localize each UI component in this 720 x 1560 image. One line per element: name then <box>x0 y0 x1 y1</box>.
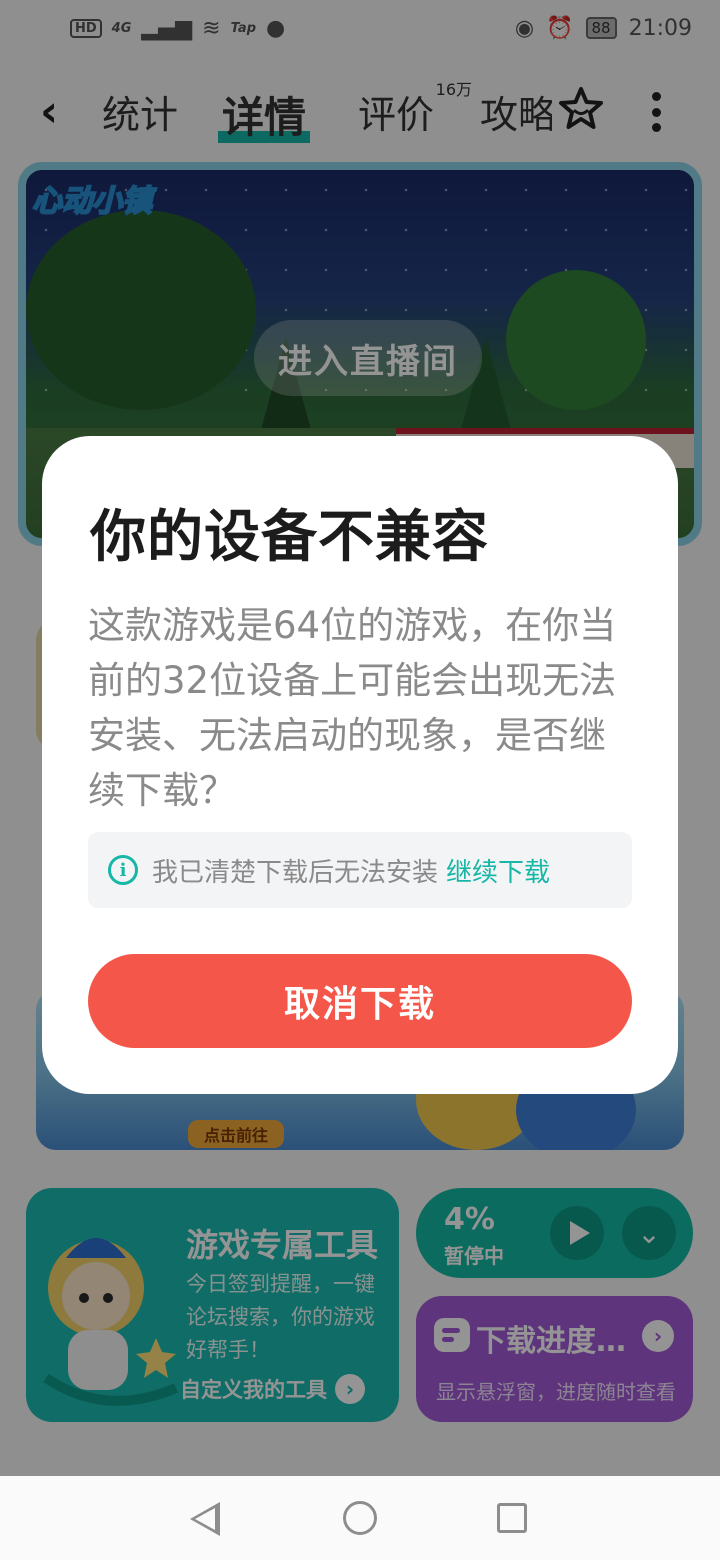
acknowledge-row: i 我已清楚下载后无法安装 继续下载 <box>88 832 632 908</box>
dialog-title: 你的设备不兼容 <box>90 505 489 570</box>
system-home-icon[interactable] <box>343 1501 377 1535</box>
continue-download-link[interactable]: 继续下载 <box>446 852 550 889</box>
incompatible-device-dialog: 你的设备不兼容 这款游戏是64位的游戏，在你当前的32位设备上可能会出现无法安装… <box>42 436 678 1094</box>
acknowledge-text: 我已清楚下载后无法安装 <box>152 857 439 888</box>
dialog-body: 这款游戏是64位的游戏，在你当前的32位设备上可能会出现无法安装、无法启动的现象… <box>88 604 617 812</box>
system-back-icon[interactable] <box>190 1502 220 1536</box>
system-recents-icon[interactable] <box>497 1503 527 1533</box>
cancel-download-button[interactable]: 取消下载 <box>88 954 632 1048</box>
info-icon: i <box>108 855 138 885</box>
system-nav-bar <box>0 1476 720 1560</box>
